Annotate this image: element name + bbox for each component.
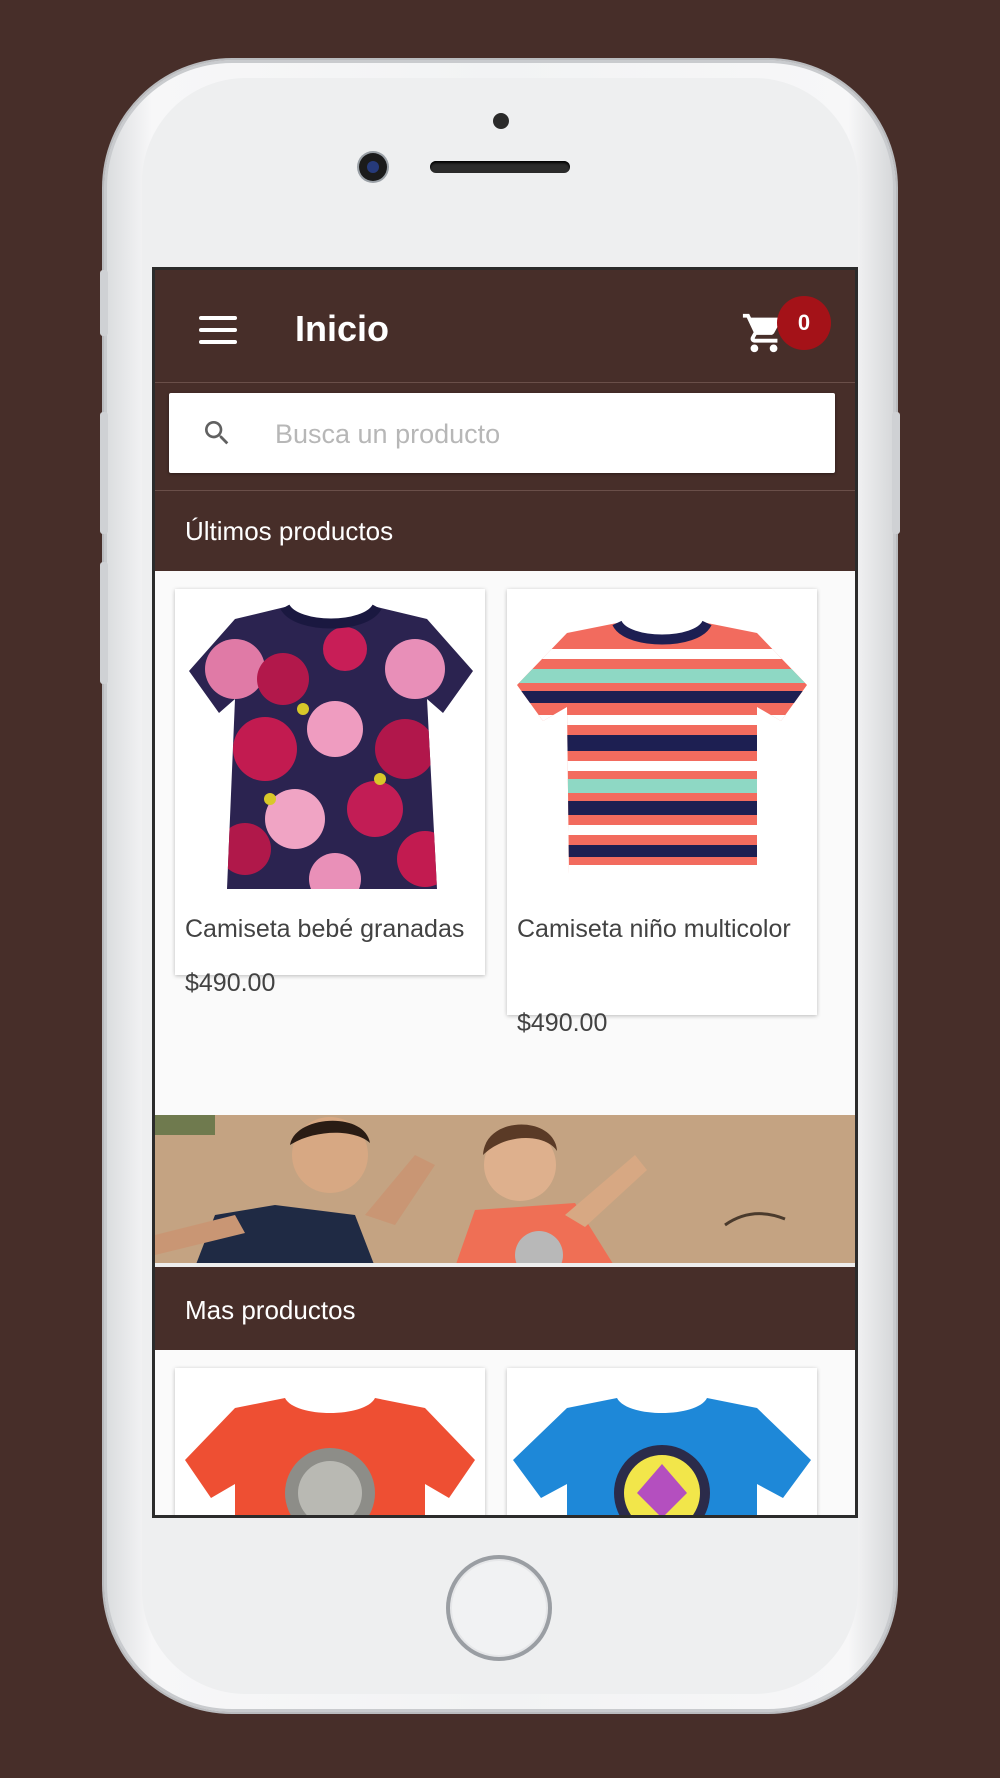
- earpiece-speaker: [430, 161, 570, 173]
- product-name: Camiseta bebé granadas: [185, 915, 465, 943]
- home-button[interactable]: [446, 1555, 552, 1661]
- product-image-pomegranate-tshirt: [189, 603, 473, 889]
- product-image-striped-tshirt: [517, 620, 807, 875]
- product-card[interactable]: [175, 1368, 485, 1515]
- power-button: [892, 412, 900, 534]
- section-header-latest: Últimos productos: [155, 491, 855, 571]
- app-bar: Inicio 0: [155, 270, 855, 383]
- mute-switch: [100, 270, 108, 336]
- product-card[interactable]: [507, 1368, 817, 1515]
- product-card[interactable]: Camiseta bebé granadas $490.00: [175, 589, 485, 997]
- search-icon: [205, 421, 229, 445]
- proximity-sensor: [493, 113, 509, 129]
- volume-up-button: [100, 412, 108, 534]
- search-bar-container: [155, 383, 855, 491]
- product-price: $490.00: [185, 969, 276, 997]
- front-camera: [359, 153, 387, 181]
- promo-banner-image[interactable]: [155, 1115, 855, 1267]
- more-products-grid: [155, 1350, 855, 1515]
- product-name: Camiseta niño multicolor: [517, 915, 791, 943]
- product-price: $490.00: [517, 1009, 608, 1037]
- page-title: Inicio: [295, 308, 390, 349]
- search-box: [169, 393, 835, 473]
- section-header-more: Mas productos: [155, 1270, 855, 1350]
- search-input[interactable]: [273, 411, 817, 457]
- product-image-blue-tshirt: [513, 1398, 811, 1515]
- menu-icon[interactable]: [199, 316, 237, 344]
- latest-products-grid: Camiseta bebé granadas $490.00 Camiseta …: [155, 571, 855, 1115]
- product-image-orange-tshirt: [185, 1398, 475, 1515]
- cart-count-badge: 0: [777, 296, 831, 350]
- app-screen: Inicio 0 Últimos productos: [152, 267, 858, 1518]
- product-card[interactable]: Camiseta niño multicolor $490.00: [507, 589, 817, 1037]
- volume-down-button: [100, 562, 108, 684]
